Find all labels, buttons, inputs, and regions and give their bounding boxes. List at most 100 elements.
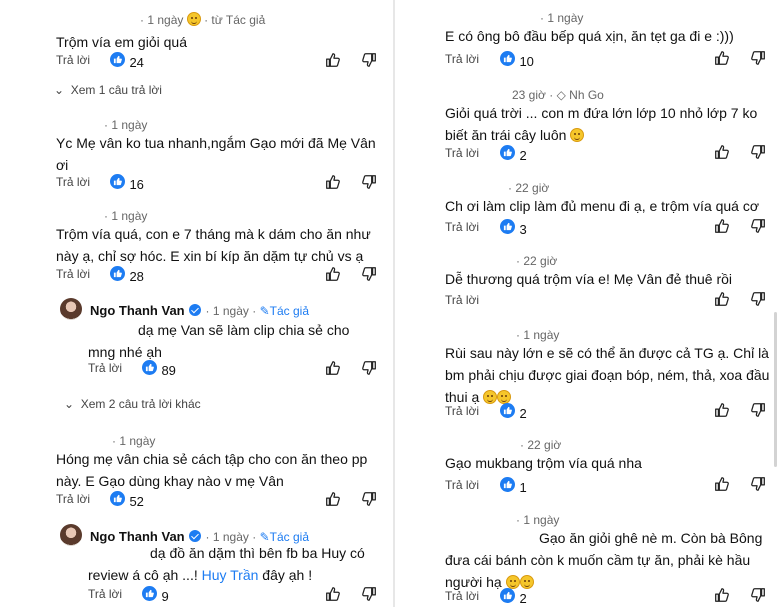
comment-time: 1 ngày [147,13,184,27]
thumbs-down-icon[interactable] [360,359,378,377]
like-icon [142,586,157,601]
view-replies-label: Xem 2 câu trả lời khác [80,397,201,411]
thumbs-down-icon[interactable] [749,290,767,308]
comment-meta: · 1 ngày [112,434,155,448]
reply-text: dạ đồ ăn dặm thì bên fb ba Huy có review… [88,545,365,583]
view-more-replies-button[interactable]: ⌄ Xem 2 câu trả lời khác [64,397,201,411]
like-number: 52 [129,494,144,509]
thumbs-down-icon[interactable] [749,586,767,604]
thumbs-up-icon[interactable] [324,51,342,69]
like-number: 3 [519,222,527,237]
thumbs-up-icon[interactable] [324,359,342,377]
reply-button[interactable]: Trả lời [88,361,122,375]
thumbs-up-icon[interactable] [713,401,731,419]
reply-button[interactable]: Trả lời [88,587,122,601]
chevron-down-icon: ⌄ [64,397,75,411]
reply-button[interactable]: Trả lời [445,293,479,307]
avatar[interactable] [60,298,82,320]
thumbs-down-icon[interactable] [360,173,378,191]
like-icon [500,51,515,66]
thumbs-down-icon[interactable] [749,217,767,235]
reply-button[interactable]: Trả lời [445,220,479,234]
author-name[interactable]: Ngo Thanh Van [90,303,185,318]
thumbs-up-icon[interactable] [324,490,342,508]
like-icon [500,588,515,603]
thumbs-down-icon[interactable] [749,401,767,419]
comment-meta: · 22 giờ [508,181,549,195]
reply-button[interactable]: Trả lời [445,589,479,603]
grimace-emoji-icon [570,128,585,142]
comment-meta: · 1 ngày · từ Tác giả [140,12,265,27]
thumbs-up-icon[interactable] [713,49,731,67]
like-icon [110,266,125,281]
from-author-label: từ Tác giả [211,13,266,27]
thumbs-up-icon[interactable] [324,265,342,283]
thumbs-down-icon[interactable] [360,490,378,508]
thumbs-down-icon[interactable] [360,51,378,69]
reply-button[interactable]: Trả lời [445,478,479,492]
like-number: 28 [129,269,144,284]
left-comment-panel: · 1 ngày · từ Tác giả Trộm vía em giỏi q… [0,0,388,607]
view-replies-button[interactable]: ⌄ Xem 1 câu trả lời [54,83,162,97]
thumbs-up-icon[interactable] [713,217,731,235]
like-count: 1 [500,477,527,497]
reply-button[interactable]: Trả lời [56,267,90,281]
comment-meta: · 22 giờ [516,254,557,268]
panel-divider [393,0,395,607]
comment-time: 1 ngày [119,434,156,448]
like-count: 10 [500,51,534,71]
verified-badge-icon [189,530,202,542]
comment-meta: · 1 ngày [104,118,147,132]
thumbs-up-icon[interactable] [324,585,342,603]
comment-meta: · 1 ngày [104,209,147,223]
thumbs-up-icon[interactable] [713,586,731,604]
dot-icon: · [205,304,213,318]
comment-time: 1 ngày [212,304,249,318]
comment-text: Dễ thương quá trộm vía e! Mẹ Vân đẻ thuê… [445,271,733,287]
woozy-emoji-icon [483,390,498,404]
comment-time: 22 giờ [515,181,550,195]
comment-text: Trộm vía em giỏi quá [56,34,187,50]
dot-icon: · [204,13,209,27]
like-count: 16 [110,174,144,194]
like-icon [500,403,515,418]
mention-link[interactable]: Huy Trần [202,567,259,583]
comment-text: E có ông bô đầu bếp quá xịn, ăn tẹt ga đ… [445,28,734,44]
like-count: 28 [110,266,144,286]
like-number: 1 [519,480,527,495]
reply-button[interactable]: Trả lời [56,492,90,506]
reply-button[interactable]: Trả lời [445,146,479,160]
like-number: 89 [161,363,176,378]
thumbs-down-icon[interactable] [749,49,767,67]
reply-button[interactable]: Trả lời [56,175,90,189]
comment-time: 22 giờ [527,438,562,452]
comment-meta: · 22 giờ [520,438,561,452]
reply-button[interactable]: Trả lời [56,53,90,67]
comment-text: Yc Mẹ vân ko tua nhanh,ngắm Gạo mới đã M… [56,135,376,173]
reply-header: Ngo Thanh Van · 1 ngày · ✎Tác giả [90,303,309,318]
like-count: 3 [500,219,527,239]
like-count: 9 [142,586,169,606]
thumbs-up-icon[interactable] [713,143,731,161]
thumbs-up-icon[interactable] [713,475,731,493]
reply-button[interactable]: Trả lời [445,404,479,418]
like-count: 52 [110,491,144,511]
thumbs-down-icon[interactable] [749,143,767,161]
reply-button[interactable]: Trả lời [445,52,479,66]
thumbs-up-icon[interactable] [324,173,342,191]
thumbs-down-icon[interactable] [360,585,378,603]
thumbs-down-icon[interactable] [749,475,767,493]
like-number: 24 [129,55,144,70]
avatar[interactable] [60,524,82,546]
diamond-icon: ◇ [556,88,566,102]
woozy-emoji-icon [505,575,520,589]
like-number: 2 [519,591,527,606]
heart-eyes-emoji-icon [186,12,201,26]
comment-text: Ch ơi làm clip làm đủ menu đi ạ, e trộm … [445,198,760,214]
like-icon [500,477,515,492]
comment-time: 1 ngày [111,118,148,132]
like-count: 2 [500,588,527,607]
like-count: 2 [500,145,527,165]
thumbs-up-icon[interactable] [713,290,731,308]
thumbs-down-icon[interactable] [360,265,378,283]
